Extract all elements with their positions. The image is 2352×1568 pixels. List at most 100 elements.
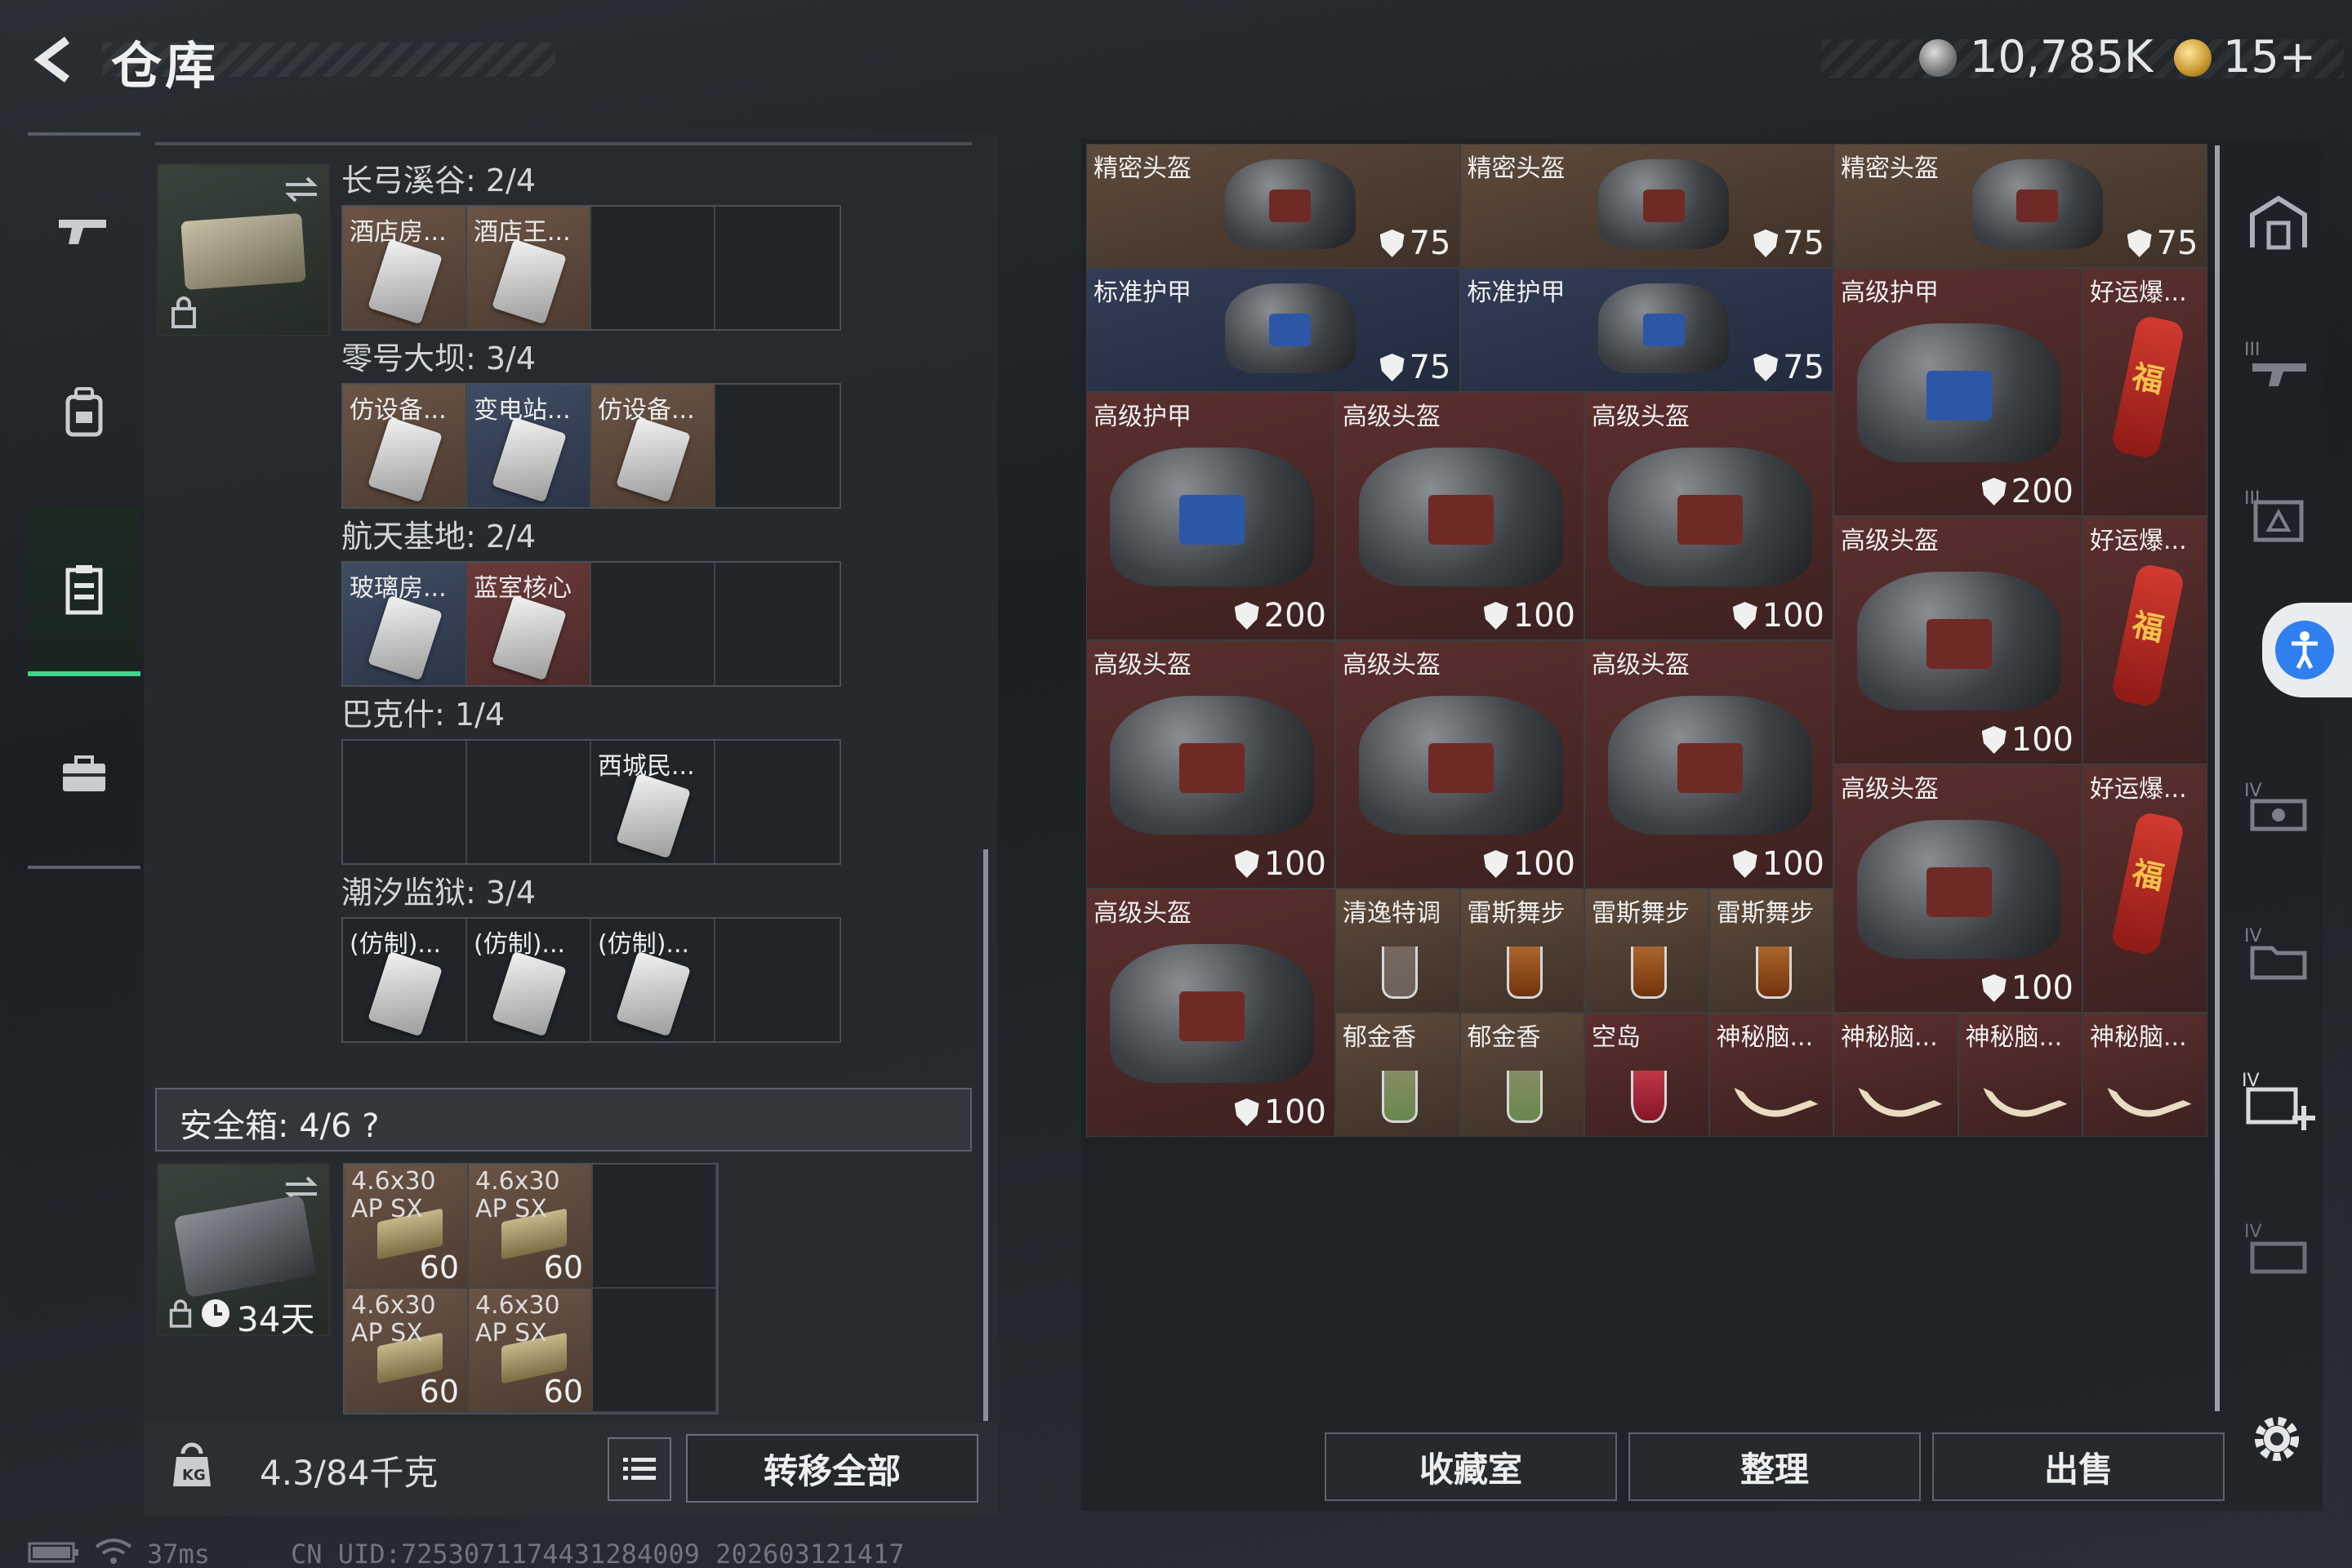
ammo-slot[interactable]: 4.6x30 AP SX 60 (469, 1289, 593, 1413)
inventory-item[interactable]: 高级头盔 100 (1086, 640, 1335, 889)
empty-safe-slot[interactable] (593, 1165, 717, 1289)
inventory-item[interactable]: 标准护甲 75 (1086, 268, 1460, 392)
inventory-item[interactable]: 好运爆... (2082, 516, 2207, 764)
empty-safe-slot[interactable] (593, 1289, 717, 1413)
keycard-slot[interactable]: (仿制)... (467, 919, 591, 1041)
left-scrollbar[interactable] (983, 849, 988, 1421)
rail-storage-tab[interactable] (28, 508, 140, 676)
inventory-item[interactable]: 精密头盔 75 (1833, 144, 2207, 268)
inventory-scrollbar[interactable] (2215, 145, 2220, 1411)
top-bar: 仓库 10,785K 15+ (0, 0, 2352, 122)
ammo-slot[interactable]: 4.6x30 AP SX 60 (469, 1165, 593, 1289)
inventory-item[interactable]: 高级头盔 100 (1335, 392, 1584, 640)
empty-key-slot[interactable] (715, 919, 840, 1041)
inventory-item[interactable]: 高级护甲 200 (1086, 392, 1335, 640)
key-case-card[interactable] (157, 163, 330, 336)
right-rail-armor-rack[interactable]: III (2238, 474, 2319, 555)
inventory-item[interactable]: 精密头盔 75 (1086, 144, 1460, 268)
empty-key-slot[interactable] (343, 741, 467, 863)
inventory-item[interactable]: 雷斯舞步 (1459, 889, 1584, 1013)
rail-backpack-tab[interactable] (28, 346, 140, 477)
keycard-slot[interactable]: 仿设备... (343, 385, 467, 507)
empty-key-slot[interactable] (591, 207, 715, 329)
folder-rack-icon: IV (2244, 926, 2307, 980)
settings-button[interactable] (2244, 1406, 2310, 1472)
keycard-icon (492, 951, 567, 1037)
helmet-icon (1358, 448, 1563, 586)
back-button[interactable] (24, 31, 90, 88)
right-rail-extra-rack[interactable]: IV (2238, 1209, 2319, 1290)
inventory-item[interactable]: 标准护甲 75 (1459, 268, 1833, 392)
keycard-slot[interactable]: (仿制)... (343, 919, 467, 1041)
empty-key-slot[interactable] (467, 741, 591, 863)
svg-text:III: III (2244, 340, 2260, 360)
inventory-item[interactable]: 雷斯舞步 (1708, 889, 1833, 1013)
keycard-label: 蓝室核心 (474, 574, 572, 603)
item-label: 精密头盔 (1467, 154, 1566, 183)
list-view-button[interactable] (608, 1437, 671, 1501)
right-rail-add-rack[interactable]: IV (2238, 1060, 2319, 1142)
inventory-item[interactable]: 高级头盔 100 (1833, 516, 2082, 764)
inventory-item[interactable]: 雷斯舞步 (1584, 889, 1709, 1013)
inventory-item[interactable]: 空岛 (1584, 1013, 1709, 1137)
rail-weapons-tab[interactable] (28, 167, 140, 297)
transfer-all-button[interactable]: 转移全部 (686, 1434, 978, 1503)
inventory-item[interactable]: 高级头盔 100 (1584, 640, 1833, 889)
right-rail-ammo-rack[interactable]: IV (2238, 768, 2319, 849)
keycard-slot[interactable]: (仿制)... (591, 919, 715, 1041)
safe-box-title[interactable]: 安全箱: 4/6 ? (180, 1099, 380, 1147)
silver-currency-value[interactable]: 10,785K (1970, 31, 2153, 82)
inventory-item[interactable]: 高级头盔 100 (1584, 392, 1833, 640)
right-rail-home[interactable] (2238, 181, 2319, 263)
empty-key-slot[interactable] (715, 385, 840, 507)
shield-icon (1981, 726, 2007, 754)
collection-room-button[interactable]: 收藏室 (1325, 1432, 1617, 1501)
keycard-slot[interactable]: 酒店房... (343, 207, 467, 329)
inventory-item[interactable]: 神秘脑... (1958, 1013, 2082, 1137)
keycard-slot[interactable]: 酒店王... (467, 207, 591, 329)
list-icon (623, 1458, 656, 1480)
keycard-slot[interactable]: 蓝室核心 (467, 563, 591, 685)
keycard-slot[interactable]: 玻璃房... (343, 563, 467, 685)
inventory-item[interactable]: 清逸特调 (1335, 889, 1460, 1013)
inventory-item[interactable]: 好运爆... (2082, 268, 2207, 516)
inventory-item[interactable]: 郁金香 (1459, 1013, 1584, 1137)
gold-currency-value[interactable]: 15+ (2223, 31, 2316, 82)
inventory-item[interactable]: 神秘脑... (1833, 1013, 1958, 1137)
item-label: 神秘脑... (2090, 1023, 2187, 1052)
inventory-item[interactable]: 神秘脑... (2082, 1013, 2207, 1137)
keycard-label: 西城民... (598, 752, 695, 781)
empty-key-slot[interactable] (715, 741, 840, 863)
empty-key-slot[interactable] (591, 563, 715, 685)
inventory-item[interactable]: 高级护甲 200 (1833, 268, 2082, 516)
keycard-slot[interactable]: 仿设备... (591, 385, 715, 507)
sell-button[interactable]: 出售 (1932, 1432, 2225, 1501)
helmet-icon (1856, 820, 2061, 959)
keycard-slot[interactable]: 西城民... (591, 741, 715, 863)
inventory-item[interactable]: 精密头盔 75 (1459, 144, 1833, 268)
inventory-item[interactable]: 高级头盔 100 (1335, 640, 1584, 889)
right-rail-weapon-rack[interactable]: III (2238, 323, 2319, 405)
inventory-item[interactable]: 好运爆... (2082, 764, 2207, 1013)
accessibility-button[interactable] (2262, 603, 2352, 697)
ammo-slot[interactable]: 4.6x30 AP SX 60 (345, 1165, 469, 1289)
inventory-item[interactable]: 郁金香 (1335, 1013, 1460, 1137)
sort-button[interactable]: 整理 (1628, 1432, 1921, 1501)
item-label: 雷斯舞步 (1467, 899, 1566, 928)
inventory-item[interactable]: 高级头盔 100 (1833, 764, 2082, 1013)
ammo-count: 60 (419, 1250, 459, 1285)
inventory-item[interactable]: 神秘脑... (1708, 1013, 1833, 1137)
safe-box-card[interactable]: 34天 (157, 1163, 330, 1339)
empty-key-slot[interactable] (715, 207, 840, 329)
rail-briefcase-tab[interactable] (28, 709, 140, 840)
right-rail-file-rack[interactable]: IV (2238, 913, 2319, 995)
shield-icon (1483, 602, 1508, 630)
ping-text: 37ms (147, 1539, 211, 1568)
key-slot-grid: (仿制)... (仿制)... (仿制)... (341, 917, 841, 1043)
shield-icon (1234, 850, 1259, 878)
ammo-slot[interactable]: 4.6x30 AP SX 60 (345, 1289, 469, 1413)
swap-icon (285, 176, 318, 203)
inventory-item[interactable]: 高级头盔 100 (1086, 889, 1335, 1137)
empty-key-slot[interactable] (715, 563, 840, 685)
keycard-slot[interactable]: 变电站... (467, 385, 591, 507)
